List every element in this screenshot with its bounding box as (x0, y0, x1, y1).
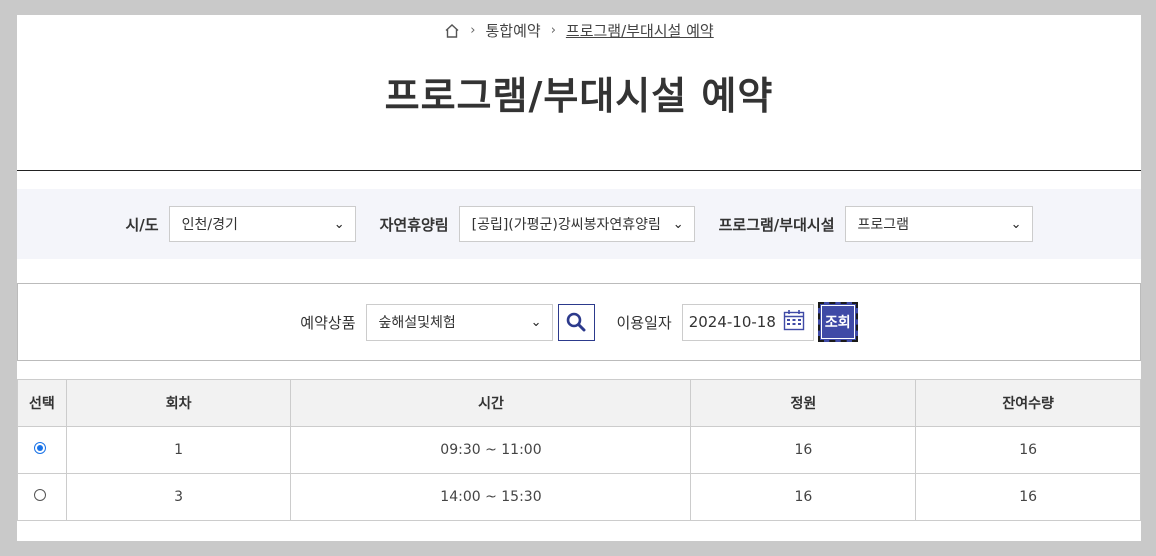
table-row: 1 09:30 ~ 11:00 16 16 (17, 426, 1141, 474)
table-header-row: 선택 회차 시간 정원 잔여수량 (17, 379, 1141, 427)
header-capacity: 정원 (690, 379, 917, 427)
breadcrumb-item-reservation[interactable]: 통합예약 (485, 20, 540, 41)
region-label: 시/도 (125, 215, 159, 234)
capacity-cell: 16 (690, 426, 917, 474)
round-cell: 1 (65, 426, 292, 474)
type-select[interactable]: 프로그램 ⌄ (844, 206, 1033, 242)
region-select[interactable]: 인천/경기 ⌄ (168, 206, 356, 242)
divider (17, 170, 1141, 171)
select-radio[interactable] (34, 442, 46, 454)
table-row: 3 14:00 ~ 15:30 16 16 (17, 473, 1141, 521)
product-label: 예약상품 (300, 313, 356, 332)
forest-select[interactable]: [공립](가평군)강씨봉자연휴양림 ⌄ (458, 206, 695, 242)
forest-label: 자연휴양림 (379, 215, 449, 234)
main-page: › 통합예약 › 프로그램/부대시설 예약 프로그램/부대시설 예약 시/도 인… (17, 15, 1141, 541)
remaining-cell: 16 (915, 426, 1141, 474)
chevron-down-icon: ⌄ (530, 314, 542, 330)
breadcrumb: › 통합예약 › 프로그램/부대시설 예약 (17, 20, 1141, 41)
capacity-cell: 16 (690, 473, 917, 521)
product-select[interactable]: 숲해설및체험 ⌄ (365, 303, 553, 341)
search-icon (566, 312, 586, 332)
breadcrumb-item-current[interactable]: 프로그램/부대시설 예약 (566, 20, 714, 41)
home-icon[interactable] (444, 23, 460, 39)
date-label: 이용일자 (616, 313, 672, 332)
search-box: 예약상품 숲해설및체험 ⌄ 이용일자 2024-10-18 조회 (17, 283, 1141, 361)
region-value: 인천/경기 (181, 217, 238, 233)
header-time: 시간 (290, 379, 692, 427)
calendar-icon[interactable] (783, 309, 805, 335)
forest-filter: 자연휴양림 [공립](가평군)강씨봉자연휴양림 ⌄ (380, 206, 695, 242)
schedule-table: 선택 회차 시간 정원 잔여수량 1 09:30 ~ 11:00 16 16 3… (17, 379, 1141, 521)
region-filter: 시/도 인천/경기 ⌄ (126, 206, 356, 242)
round-cell: 3 (65, 473, 292, 521)
chevron-right-icon: › (550, 23, 556, 38)
remaining-cell: 16 (915, 473, 1141, 521)
search-button[interactable] (557, 303, 595, 341)
chevron-down-icon: ⌄ (333, 216, 345, 232)
forest-value: [공립](가평군)강씨봉자연휴양림 (471, 217, 661, 233)
header-select: 선택 (17, 379, 67, 427)
date-value: 2024-10-18 (688, 313, 776, 331)
select-cell (17, 473, 67, 521)
filter-bar: 시/도 인천/경기 ⌄ 자연휴양림 [공립](가평군)강씨봉자연휴양림 ⌄ 프로… (17, 189, 1141, 259)
header-round: 회차 (65, 379, 292, 427)
type-filter: 프로그램/부대시설 프로그램 ⌄ (719, 206, 1033, 242)
page-title: 프로그램/부대시설 예약 (384, 74, 774, 118)
header-remaining: 잔여수량 (915, 379, 1141, 427)
select-radio[interactable] (34, 489, 46, 501)
chevron-down-icon: ⌄ (1010, 216, 1022, 232)
type-value: 프로그램 (857, 217, 910, 233)
time-cell: 14:00 ~ 15:30 (290, 473, 692, 521)
select-cell (17, 426, 67, 474)
chevron-down-icon: ⌄ (672, 216, 684, 232)
type-label: 프로그램/부대시설 (718, 215, 835, 234)
date-input[interactable]: 2024-10-18 (681, 303, 814, 341)
time-cell: 09:30 ~ 11:00 (290, 426, 692, 474)
query-button[interactable]: 조회 (817, 302, 858, 342)
chevron-right-icon: › (470, 23, 476, 38)
product-value: 숲해설및체험 (378, 315, 456, 331)
